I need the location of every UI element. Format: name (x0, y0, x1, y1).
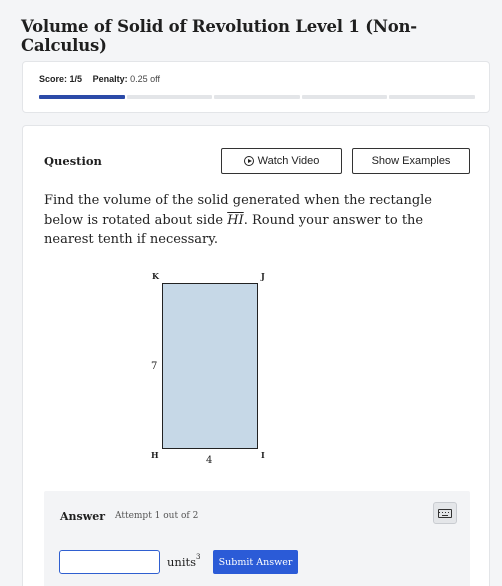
watch-video-button[interactable]: Watch Video (221, 148, 342, 174)
vertex-label-i: I (261, 450, 265, 460)
answer-input[interactable] (59, 550, 160, 574)
show-examples-label: Show Examples (371, 155, 451, 167)
question-card: Question Watch Video Show Examples Find … (22, 125, 490, 586)
progress-segment (214, 95, 300, 99)
keyboard-icon (438, 508, 452, 518)
vertex-label-h: H (151, 450, 159, 460)
score-value: 1/5 (69, 74, 83, 84)
submit-answer-button[interactable]: Submit Answer (213, 550, 298, 574)
answer-section: Answer Attempt 1 out of 2 units3 Submit … (44, 491, 470, 586)
progress-bar (39, 95, 475, 99)
attempt-counter: Attempt 1 out of 2 (115, 511, 199, 521)
units-text: units (167, 555, 197, 569)
penalty-value: 0.25 off (130, 74, 160, 84)
progress-segment (126, 95, 213, 99)
question-heading: Question (44, 154, 102, 168)
progress-segment (301, 95, 388, 99)
play-circle-icon (243, 156, 254, 166)
score-card: Score: 1/5 Penalty: 0.25 off (22, 61, 490, 113)
question-text: Find the volume of the solid generated w… (44, 191, 469, 250)
units-label: units3 (167, 553, 201, 569)
vertex-label-j: J (261, 271, 265, 281)
rectangle-shape (162, 283, 258, 449)
answer-heading: Answer (60, 510, 105, 523)
units-exponent: 3 (196, 553, 201, 561)
watch-video-label: Watch Video (257, 155, 320, 167)
show-examples-button[interactable]: Show Examples (352, 148, 470, 174)
progress-segment (39, 95, 125, 99)
vertex-label-k: K (152, 271, 159, 281)
page-title: Volume of Solid of Revolution Level 1 (N… (21, 17, 417, 55)
progress-segment (389, 95, 475, 99)
score-label: Score: (39, 74, 68, 84)
submit-answer-label: Submit Answer (218, 556, 293, 568)
penalty-label: Penalty: (92, 74, 128, 84)
rotation-segment: HI (227, 212, 244, 228)
rectangle-figure: K J H I 7 4 (143, 269, 293, 469)
keyboard-button[interactable] (433, 502, 457, 524)
side-length-label: 7 (151, 361, 158, 372)
score-row: Score: 1/5 Penalty: 0.25 off (39, 74, 160, 84)
bottom-length-label: 4 (206, 455, 213, 466)
